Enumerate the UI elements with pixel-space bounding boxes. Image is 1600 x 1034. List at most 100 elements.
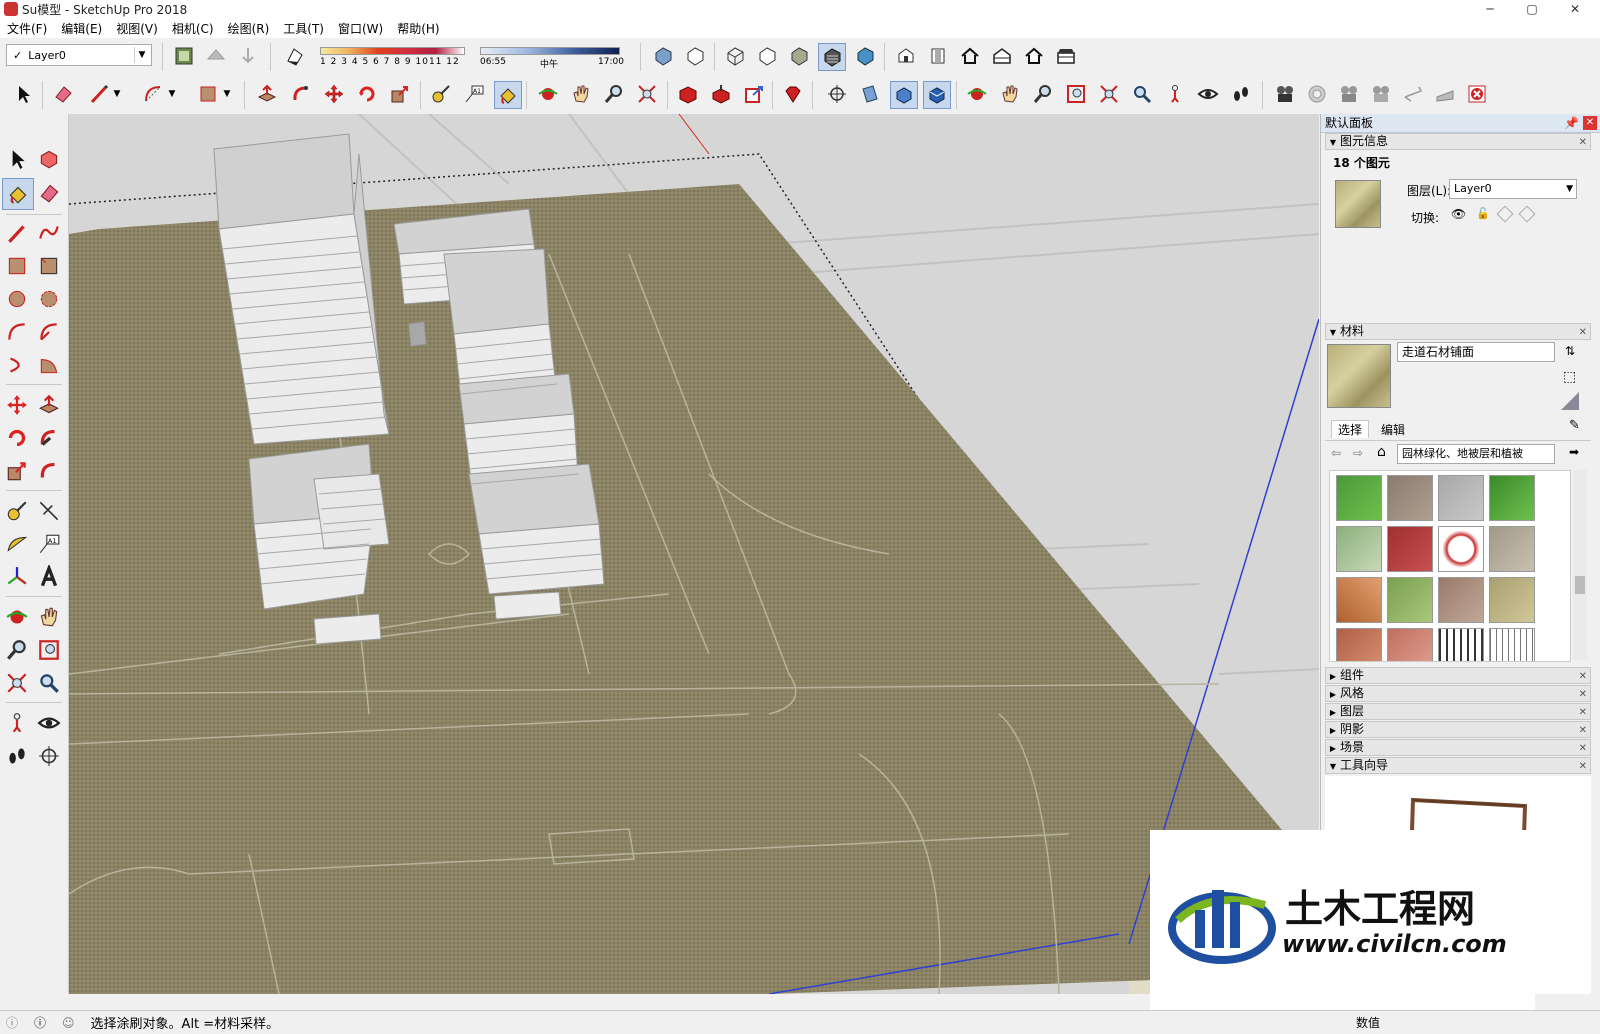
sandbox-from-contours-icon[interactable] bbox=[1304, 81, 1330, 107]
push-pull-tool-icon[interactable] bbox=[254, 81, 280, 107]
scenes-header[interactable]: ▶ 场景 ✕ bbox=[1325, 739, 1591, 756]
hidden-line-icon[interactable] bbox=[754, 43, 780, 69]
position-camera-icon[interactable] bbox=[824, 81, 850, 107]
zoom-tool-icon[interactable] bbox=[601, 81, 627, 107]
shaded-with-textures-icon[interactable] bbox=[818, 43, 846, 71]
offset-tool-icon[interactable] bbox=[34, 456, 64, 486]
material-swatch[interactable] bbox=[1438, 577, 1484, 623]
display-section-planes-icon[interactable] bbox=[890, 81, 918, 109]
walk-footprints-icon[interactable] bbox=[2, 741, 32, 771]
orbit-tool-icon[interactable] bbox=[535, 81, 561, 107]
pie-tool-icon[interactable] bbox=[34, 350, 64, 380]
section-close-icon[interactable]: ✕ bbox=[1579, 325, 1587, 340]
pin-icon[interactable]: 📌 bbox=[1564, 114, 1579, 132]
back-view-icon[interactable] bbox=[1021, 43, 1047, 69]
look-around-icon[interactable] bbox=[34, 708, 64, 738]
material-swatch[interactable] bbox=[1387, 577, 1433, 623]
dimension-tool-icon[interactable] bbox=[34, 496, 64, 526]
geo-location-icon[interactable]: ⓘ bbox=[6, 1014, 18, 1031]
menu-help[interactable]: 帮助(H) bbox=[390, 20, 446, 37]
section-close-icon[interactable]: ✕ bbox=[1579, 741, 1587, 756]
material-collection-dropdown[interactable]: 园林绿化、地被层和植被 bbox=[1397, 444, 1555, 464]
paint-bucket-tool-icon[interactable] bbox=[494, 81, 522, 109]
extension-warehouse-icon[interactable] bbox=[741, 81, 767, 107]
rectangle-tool-icon[interactable] bbox=[195, 81, 221, 107]
walk-footprints-icon[interactable] bbox=[1228, 81, 1254, 107]
section-close-icon[interactable]: ✕ bbox=[1579, 705, 1587, 720]
two-point-arc-tool-icon[interactable] bbox=[34, 317, 64, 347]
layer-manager-icon[interactable] bbox=[171, 43, 197, 69]
section-plane-icon[interactable] bbox=[34, 741, 64, 771]
swatch-scrollbar[interactable] bbox=[1573, 470, 1587, 660]
paint-bucket-tool-icon[interactable] bbox=[2, 178, 34, 210]
camera-orbit-icon[interactable] bbox=[964, 81, 990, 107]
position-camera-icon[interactable] bbox=[2, 708, 32, 738]
create-material-icon[interactable]: ⬚ bbox=[1563, 369, 1576, 385]
shadow-time-slider[interactable]: 06:55 中午 17:00 bbox=[480, 47, 624, 71]
flip-edge-icon[interactable] bbox=[1464, 81, 1490, 107]
section-close-icon[interactable]: ✕ bbox=[1579, 687, 1587, 702]
push-pull-tool-icon[interactable] bbox=[34, 390, 64, 420]
zoom-window-icon[interactable] bbox=[34, 635, 64, 665]
line-tool-dropdown[interactable]: ▼ bbox=[110, 81, 124, 107]
user-account-icon[interactable]: ☺ bbox=[62, 1016, 75, 1030]
arc-tool-icon[interactable] bbox=[2, 317, 32, 347]
back-arrow-icon[interactable]: ⇦ bbox=[1331, 446, 1341, 460]
previous-view-icon[interactable] bbox=[1129, 81, 1155, 107]
material-preview-swatch[interactable] bbox=[1327, 344, 1391, 408]
previous-view-icon[interactable] bbox=[34, 668, 64, 698]
text-tool-icon[interactable]: A1 bbox=[34, 529, 64, 559]
arc-tool-dropdown[interactable]: ▼ bbox=[165, 81, 179, 107]
menu-draw[interactable]: 绘图(R) bbox=[221, 20, 277, 37]
scale-tool-icon[interactable] bbox=[387, 81, 413, 107]
details-arrow-icon[interactable]: ➡ bbox=[1569, 445, 1579, 459]
shadows-toggle-icon[interactable] bbox=[282, 43, 308, 69]
ruby-console-icon[interactable] bbox=[780, 81, 806, 107]
smoove-icon[interactable] bbox=[1368, 81, 1394, 107]
material-swatch[interactable] bbox=[1489, 577, 1535, 623]
camera-zoom-extents-icon[interactable] bbox=[1096, 81, 1122, 107]
three-point-arc-tool-icon[interactable] bbox=[2, 350, 32, 380]
orbit-tool-icon[interactable] bbox=[2, 602, 32, 632]
material-swatch[interactable] bbox=[1336, 475, 1382, 521]
tab-select[interactable]: 选择 bbox=[1331, 420, 1370, 438]
panel-close-icon[interactable]: ✕ bbox=[1583, 116, 1597, 130]
top-view-icon[interactable] bbox=[925, 43, 951, 69]
lock-icon[interactable]: 🔓 bbox=[1476, 207, 1490, 220]
material-swatch[interactable] bbox=[1336, 628, 1382, 661]
zoom-extents-tool-icon[interactable] bbox=[2, 668, 32, 698]
layers-header[interactable]: ▶ 图层 ✕ bbox=[1325, 703, 1591, 720]
layer-next-icon[interactable] bbox=[235, 43, 261, 69]
add-scene-icon[interactable] bbox=[1272, 81, 1298, 107]
home-icon[interactable]: ⌂ bbox=[1377, 444, 1386, 460]
3d-viewport[interactable] bbox=[69, 114, 1319, 994]
section-close-icon[interactable]: ✕ bbox=[1579, 135, 1587, 150]
default-material-icon[interactable] bbox=[1561, 392, 1579, 410]
material-swatch[interactable] bbox=[1489, 628, 1535, 661]
front-view-icon[interactable] bbox=[957, 43, 983, 69]
menu-view[interactable]: 视图(V) bbox=[109, 20, 165, 37]
camera-zoom-icon[interactable] bbox=[1030, 81, 1056, 107]
pan-tool-icon[interactable] bbox=[568, 81, 594, 107]
minimize-button[interactable]: ─ bbox=[1470, 0, 1510, 18]
visibility-eye-icon[interactable]: 👁 bbox=[1451, 207, 1466, 221]
stamp-icon[interactable] bbox=[1400, 81, 1426, 107]
xray-style-icon[interactable] bbox=[650, 43, 676, 69]
entity-material-swatch[interactable] bbox=[1335, 180, 1381, 228]
arc-tool-icon[interactable] bbox=[140, 81, 166, 107]
material-swatch[interactable] bbox=[1438, 475, 1484, 521]
axes-tool-icon[interactable] bbox=[2, 562, 32, 592]
share-model-icon[interactable] bbox=[708, 81, 734, 107]
zoom-window-icon[interactable] bbox=[1063, 81, 1089, 107]
left-view-icon[interactable] bbox=[1053, 43, 1079, 69]
warehouse-icon[interactable] bbox=[675, 81, 701, 107]
materials-header[interactable]: ▼ 材料 ✕ bbox=[1325, 323, 1591, 340]
material-swatch[interactable] bbox=[1438, 628, 1484, 661]
make-component-icon[interactable] bbox=[34, 144, 64, 174]
zoom-tool-icon[interactable] bbox=[2, 635, 32, 665]
protractor-tool-icon[interactable] bbox=[2, 529, 32, 559]
line-tool-icon[interactable] bbox=[2, 218, 32, 248]
menu-camera[interactable]: 相机(C) bbox=[165, 20, 221, 37]
move-tool-icon[interactable] bbox=[2, 390, 32, 420]
wireframe-icon[interactable] bbox=[722, 43, 748, 69]
